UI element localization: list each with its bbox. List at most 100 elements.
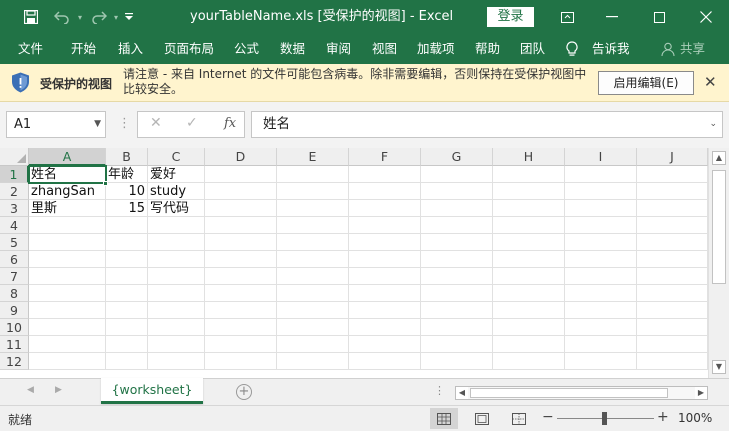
redo-dropdown-icon[interactable]: ▾ xyxy=(112,0,120,34)
empty-cell[interactable] xyxy=(148,353,205,370)
empty-cell[interactable] xyxy=(637,268,708,285)
empty-cell[interactable] xyxy=(421,217,493,234)
empty-cell[interactable] xyxy=(148,268,205,285)
zoom-slider-thumb[interactable] xyxy=(602,412,607,425)
empty-cell[interactable] xyxy=(421,353,493,370)
tab-review[interactable]: 审阅 xyxy=(326,34,351,64)
empty-cell[interactable] xyxy=(565,336,637,353)
lightbulb-icon[interactable] xyxy=(566,34,578,64)
empty-cell[interactable] xyxy=(493,251,565,268)
empty-cell[interactable] xyxy=(565,234,637,251)
empty-cell[interactable] xyxy=(637,336,708,353)
empty-cell[interactable] xyxy=(493,285,565,302)
page-break-view-icon[interactable] xyxy=(505,408,533,429)
empty-cell[interactable] xyxy=(277,200,349,217)
tab-insert[interactable]: 插入 xyxy=(118,34,143,64)
empty-cell[interactable] xyxy=(277,353,349,370)
empty-cell[interactable] xyxy=(493,166,565,183)
empty-cell[interactable] xyxy=(205,353,277,370)
empty-cell[interactable] xyxy=(421,183,493,200)
share-user-icon[interactable] xyxy=(661,34,675,64)
column-header[interactable]: J xyxy=(637,148,708,166)
column-header[interactable]: A xyxy=(29,148,106,166)
empty-cell[interactable] xyxy=(205,319,277,336)
fill-handle[interactable] xyxy=(103,181,108,186)
empty-cell[interactable] xyxy=(148,217,205,234)
empty-cell[interactable] xyxy=(493,183,565,200)
tab-view[interactable]: 视图 xyxy=(372,34,397,64)
empty-cell[interactable] xyxy=(349,353,421,370)
redo-icon[interactable] xyxy=(86,0,112,34)
empty-cell[interactable] xyxy=(29,268,106,285)
horizontal-scrollbar[interactable]: ◀ ▶ xyxy=(455,386,708,400)
cell-c2[interactable]: study xyxy=(148,183,205,200)
column-header[interactable]: D xyxy=(205,148,277,166)
empty-cell[interactable] xyxy=(29,251,106,268)
empty-cell[interactable] xyxy=(349,166,421,183)
normal-view-icon[interactable] xyxy=(430,408,458,429)
insert-function-icon[interactable]: fx xyxy=(224,116,236,131)
empty-cell[interactable] xyxy=(205,285,277,302)
empty-cell[interactable] xyxy=(277,217,349,234)
empty-cell[interactable] xyxy=(421,336,493,353)
select-all-button[interactable] xyxy=(0,148,29,166)
empty-cell[interactable] xyxy=(565,268,637,285)
zoom-in-button[interactable]: + xyxy=(657,409,669,425)
cell-a3[interactable]: 里斯 xyxy=(29,200,106,217)
empty-cell[interactable] xyxy=(205,183,277,200)
close-icon[interactable] xyxy=(692,0,720,34)
empty-cell[interactable] xyxy=(205,268,277,285)
empty-cell[interactable] xyxy=(637,183,708,200)
empty-cell[interactable] xyxy=(205,251,277,268)
add-sheet-icon[interactable]: + xyxy=(236,384,252,400)
empty-cell[interactable] xyxy=(148,251,205,268)
empty-cell[interactable] xyxy=(205,166,277,183)
formula-input[interactable]: 姓名 ⌄ xyxy=(251,111,723,138)
empty-cell[interactable] xyxy=(205,217,277,234)
close-icon[interactable]: ✕ xyxy=(704,73,717,91)
empty-cell[interactable] xyxy=(29,319,106,336)
column-header[interactable]: E xyxy=(277,148,349,166)
tab-file[interactable]: 文件 xyxy=(18,34,43,64)
empty-cell[interactable] xyxy=(637,234,708,251)
scroll-right-icon[interactable]: ▶ xyxy=(695,387,707,399)
empty-cell[interactable] xyxy=(349,251,421,268)
empty-cell[interactable] xyxy=(277,268,349,285)
empty-cell[interactable] xyxy=(637,353,708,370)
empty-cell[interactable] xyxy=(277,336,349,353)
cell-a1[interactable]: 姓名 xyxy=(29,166,106,183)
empty-cell[interactable] xyxy=(493,217,565,234)
scroll-left-icon[interactable]: ◀ xyxy=(456,387,468,399)
sheet-tab-worksheet[interactable]: {worksheet} xyxy=(101,378,203,404)
tell-me-search[interactable]: 告诉我 xyxy=(592,34,630,64)
empty-cell[interactable] xyxy=(637,302,708,319)
ribbon-display-options-icon[interactable] xyxy=(553,0,581,34)
undo-icon[interactable] xyxy=(48,0,76,34)
empty-cell[interactable] xyxy=(421,285,493,302)
empty-cell[interactable] xyxy=(277,166,349,183)
row-header[interactable]: 12 xyxy=(0,353,29,370)
empty-cell[interactable] xyxy=(349,183,421,200)
cell-c1[interactable]: 爱好 xyxy=(148,166,205,183)
empty-cell[interactable] xyxy=(421,251,493,268)
empty-cell[interactable] xyxy=(637,319,708,336)
more-icon[interactable]: ⋮ xyxy=(434,384,445,397)
prev-sheet-icon[interactable]: ◀ xyxy=(27,385,34,395)
empty-cell[interactable] xyxy=(106,251,148,268)
tab-home[interactable]: 开始 xyxy=(71,34,96,64)
empty-cell[interactable] xyxy=(205,336,277,353)
empty-cell[interactable] xyxy=(565,251,637,268)
empty-cell[interactable] xyxy=(637,251,708,268)
scroll-up-icon[interactable]: ▲ xyxy=(712,151,726,165)
tab-add-ins[interactable]: 加载项 xyxy=(417,34,455,64)
save-icon[interactable] xyxy=(14,0,48,34)
share-button[interactable]: 共享 xyxy=(680,34,705,64)
empty-cell[interactable] xyxy=(106,285,148,302)
empty-cell[interactable] xyxy=(637,285,708,302)
empty-cell[interactable] xyxy=(421,166,493,183)
row-header[interactable]: 2 xyxy=(0,183,29,200)
empty-cell[interactable] xyxy=(106,319,148,336)
empty-cell[interactable] xyxy=(106,268,148,285)
empty-cell[interactable] xyxy=(148,336,205,353)
tab-help[interactable]: 帮助 xyxy=(475,34,500,64)
